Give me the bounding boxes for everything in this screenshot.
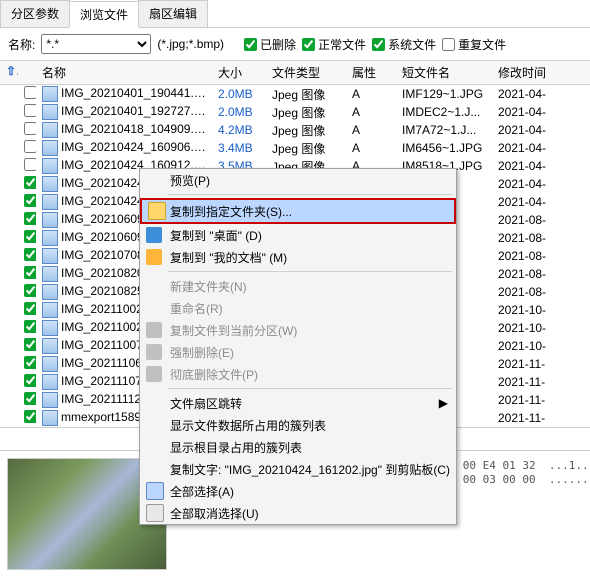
- size-link[interactable]: 3.4MB: [218, 141, 253, 155]
- chk-dup[interactable]: 重复文件: [442, 36, 506, 53]
- delete-icon: [146, 344, 162, 360]
- chk-deleted[interactable]: 已删除: [244, 36, 296, 53]
- folder-icon: [148, 202, 166, 220]
- partition-icon: [146, 322, 162, 338]
- row-checkbox[interactable]: [24, 392, 36, 405]
- row-checkbox[interactable]: [24, 410, 36, 423]
- tab-bar: 分区参数 浏览文件 扇区编辑: [0, 0, 590, 28]
- menu-rename: 重命名(R): [140, 297, 456, 319]
- ext-hint: (*.jpg;*.bmp): [157, 37, 224, 51]
- row-checkbox[interactable]: [24, 320, 36, 333]
- row-checkbox[interactable]: [24, 194, 36, 207]
- file-icon: [42, 140, 58, 156]
- desktop-icon: [146, 227, 162, 243]
- file-list-header: ⇧ 名称 大小 文件类型 属性 短文件名 修改时间: [0, 61, 590, 85]
- deselect-all-icon: [146, 504, 164, 522]
- chk-system[interactable]: 系统文件: [372, 36, 436, 53]
- menu-copy-docs[interactable]: 复制到 "我的文档" (M): [140, 246, 456, 268]
- row-checkbox[interactable]: [24, 374, 36, 387]
- file-icon: [42, 104, 58, 120]
- row-checkbox[interactable]: [24, 266, 36, 279]
- file-icon: [42, 410, 58, 426]
- size-link[interactable]: 4.2MB: [218, 123, 253, 137]
- col-short[interactable]: 短文件名: [396, 61, 492, 84]
- row-checkbox[interactable]: [24, 122, 36, 135]
- menu-show-clusters[interactable]: 显示文件数据所占用的簇列表: [140, 414, 456, 436]
- menu-copy-desktop[interactable]: 复制到 "桌面" (D): [140, 224, 456, 246]
- file-icon: [42, 230, 58, 246]
- menu-new-folder: 新建文件夹(N): [140, 275, 456, 297]
- tab-sector-edit[interactable]: 扇区编辑: [138, 0, 208, 27]
- chk-normal[interactable]: 正常文件: [302, 36, 366, 53]
- name-label: 名称:: [8, 36, 35, 53]
- size-link[interactable]: 2.0MB: [218, 105, 253, 119]
- file-icon: [42, 302, 58, 318]
- up-button[interactable]: ⇧: [0, 61, 18, 84]
- file-icon: [42, 122, 58, 138]
- filter-bar: 名称: *.* (*.jpg;*.bmp) 已删除 正常文件 系统文件 重复文件: [0, 28, 590, 61]
- col-mod[interactable]: 修改时间: [492, 61, 558, 84]
- pattern-select[interactable]: *.*: [41, 34, 151, 54]
- file-icon: [42, 374, 58, 390]
- row-checkbox[interactable]: [24, 140, 36, 153]
- row-checkbox[interactable]: [24, 302, 36, 315]
- col-type[interactable]: 文件类型: [266, 61, 346, 84]
- menu-show-root-clusters[interactable]: 显示根目录占用的簇列表: [140, 436, 456, 458]
- menu-copy-to[interactable]: 复制到指定文件夹(S)...: [140, 198, 456, 224]
- tab-browse[interactable]: 浏览文件: [69, 1, 139, 28]
- col-size[interactable]: 大小: [212, 61, 266, 84]
- row-checkbox[interactable]: [24, 176, 36, 189]
- tab-partition[interactable]: 分区参数: [0, 0, 70, 27]
- menu-copy-text[interactable]: 复制文字: "IMG_20210424_161202.jpg" 到剪贴板(C): [140, 458, 456, 480]
- row-checkbox[interactable]: [24, 212, 36, 225]
- menu-deselect-all[interactable]: 全部取消选择(U): [140, 502, 456, 524]
- row-checkbox[interactable]: [24, 248, 36, 261]
- menu-select-all[interactable]: 全部选择(A): [140, 480, 456, 502]
- submenu-arrow-icon: ▶: [439, 396, 448, 410]
- file-icon: [42, 266, 58, 282]
- row-checkbox[interactable]: [24, 86, 36, 99]
- file-icon: [42, 356, 58, 372]
- menu-sector-jump[interactable]: 文件扇区跳转▶: [140, 392, 456, 414]
- row-checkbox[interactable]: [24, 284, 36, 297]
- documents-icon: [146, 249, 162, 265]
- menu-preview[interactable]: 预览(P): [140, 169, 456, 191]
- row-checkbox[interactable]: [24, 158, 36, 171]
- col-name[interactable]: 名称: [36, 61, 212, 84]
- file-icon: [42, 86, 58, 102]
- col-attr[interactable]: 属性: [346, 61, 396, 84]
- file-icon: [42, 176, 58, 192]
- row-checkbox[interactable]: [24, 338, 36, 351]
- file-icon: [42, 392, 58, 408]
- select-all-icon: [146, 482, 164, 500]
- file-icon: [42, 248, 58, 264]
- purge-icon: [146, 366, 162, 382]
- file-icon: [42, 158, 58, 174]
- row-checkbox[interactable]: [24, 230, 36, 243]
- file-icon: [42, 194, 58, 210]
- file-icon: [42, 284, 58, 300]
- context-menu: 预览(P) 复制到指定文件夹(S)... 复制到 "桌面" (D) 复制到 "我…: [139, 168, 457, 525]
- row-checkbox[interactable]: [24, 356, 36, 369]
- menu-force-delete: 强制删除(E): [140, 341, 456, 363]
- file-icon: [42, 338, 58, 354]
- menu-purge: 彻底删除文件(P): [140, 363, 456, 385]
- menu-copy-partition: 复制文件到当前分区(W): [140, 319, 456, 341]
- row-checkbox[interactable]: [24, 104, 36, 117]
- file-icon: [42, 212, 58, 228]
- file-icon: [42, 320, 58, 336]
- size-link[interactable]: 2.0MB: [218, 87, 253, 101]
